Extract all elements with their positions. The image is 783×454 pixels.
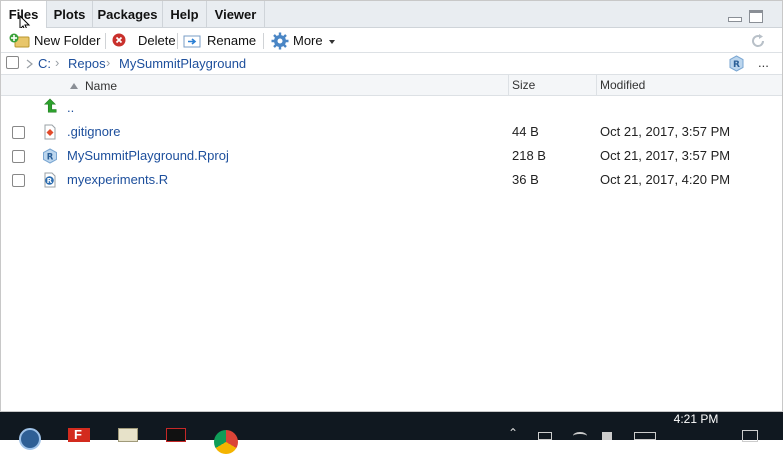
- size-column-header[interactable]: Size: [512, 75, 535, 96]
- tab-help[interactable]: Help: [163, 1, 207, 28]
- file-name-link[interactable]: .gitignore: [67, 124, 120, 139]
- file-list-header: Name Size Modified: [1, 75, 782, 96]
- file-modified: Oct 21, 2017, 3:57 PM: [600, 124, 731, 139]
- row-checkbox[interactable]: [12, 150, 25, 163]
- file-modified: Oct 21, 2017, 3:57 PM: [600, 148, 731, 163]
- breadcrumb-item-drive[interactable]: C:: [38, 56, 51, 71]
- tab-packages[interactable]: Packages: [93, 1, 163, 28]
- name-column-header[interactable]: Name: [69, 75, 117, 96]
- refresh-icon: [752, 33, 765, 47]
- select-all-checkbox[interactable]: [6, 56, 19, 69]
- sort-ascending-icon: [70, 82, 78, 89]
- file-size: 44 B: [512, 124, 539, 139]
- volume-icon[interactable]: [602, 432, 612, 440]
- maximize-icon: [749, 10, 763, 23]
- r-script-file-icon: R: [44, 172, 56, 188]
- row-checkbox[interactable]: [12, 174, 25, 187]
- keyboard-icon[interactable]: [634, 432, 656, 440]
- path-home-icon: [26, 59, 33, 69]
- path-overflow-button[interactable]: ...: [758, 55, 769, 70]
- minimize-pane-button[interactable]: [728, 10, 742, 24]
- tab-plots[interactable]: Plots: [47, 1, 93, 28]
- tab-viewer[interactable]: Viewer: [207, 1, 265, 28]
- toolbar-divider: [105, 33, 106, 49]
- file-name-link[interactable]: MySummitPlayground.Rproj: [67, 148, 229, 163]
- new-folder-label: New Folder: [34, 33, 101, 48]
- breadcrumb-item-repos[interactable]: Repos: [68, 56, 106, 71]
- svg-text:R: R: [47, 153, 54, 163]
- toolbar-divider: [263, 33, 264, 49]
- breadcrumb-separator-icon: ›: [55, 55, 60, 70]
- notifications-icon[interactable]: [742, 430, 758, 442]
- gitignore-file-icon: [44, 124, 56, 140]
- maximize-pane-button[interactable]: [748, 9, 764, 25]
- modified-column-header[interactable]: Modified: [600, 75, 645, 96]
- file-size: 218 B: [512, 148, 546, 163]
- delete-button[interactable]: Delete: [112, 28, 176, 53]
- table-row[interactable]: R MySummitPlayground.Rproj 218 B Oct 21,…: [1, 144, 782, 168]
- table-row[interactable]: R myexperiments.R 36 B Oct 21, 2017, 4:2…: [1, 168, 782, 192]
- delete-icon: [112, 33, 126, 46]
- chevron-up-icon[interactable]: ⌃: [508, 426, 518, 440]
- file-modified: Oct 21, 2017, 4:20 PM: [600, 172, 731, 187]
- rename-label: Rename: [207, 33, 257, 48]
- column-divider: [596, 75, 597, 96]
- delete-label: Delete: [138, 33, 176, 48]
- chrome-icon[interactable]: [214, 430, 238, 454]
- rproj-file-icon: R: [43, 148, 57, 164]
- breadcrumb-separator-icon: ›: [106, 55, 111, 70]
- more-label: More: [293, 33, 323, 48]
- files-toolbar: New Folder Delete Rename More: [1, 28, 782, 53]
- row-checkbox[interactable]: [12, 126, 25, 139]
- new-folder-icon: [9, 33, 30, 47]
- toolbar-divider: [177, 33, 178, 49]
- breadcrumb: C: › Repos › MySummitPlayground R ...: [1, 53, 782, 75]
- taskbar-app-icon[interactable]: [19, 428, 41, 450]
- parent-directory-row[interactable]: ..: [1, 96, 782, 120]
- minimize-icon: [728, 17, 742, 22]
- wifi-icon[interactable]: [573, 432, 587, 440]
- os-taskbar: F ⌃ 4:21 PM: [0, 412, 783, 454]
- new-folder-button[interactable]: New Folder: [9, 28, 100, 53]
- breadcrumb-item-current[interactable]: MySummitPlayground: [119, 56, 246, 71]
- svg-text:R: R: [733, 60, 740, 70]
- rproject-icon: R: [729, 55, 744, 72]
- column-divider: [508, 75, 509, 96]
- table-row[interactable]: .gitignore 44 B Oct 21, 2017, 3:57 PM: [1, 120, 782, 144]
- more-menu-button[interactable]: More: [271, 28, 337, 53]
- taskbar-clock[interactable]: 4:21 PM: [666, 412, 726, 426]
- files-pane: Files Plots Packages Help Viewer New Fol…: [0, 0, 783, 412]
- name-column-label: Name: [85, 78, 118, 93]
- pane-tab-bar: Files Plots Packages Help Viewer: [1, 1, 782, 33]
- parent-directory-icon: [44, 98, 57, 113]
- network-icon[interactable]: [538, 432, 552, 440]
- file-name-link[interactable]: myexperiments.R: [67, 172, 168, 187]
- dropdown-caret-icon: [328, 39, 335, 44]
- svg-text:R: R: [47, 177, 53, 185]
- rename-button[interactable]: Rename: [183, 28, 256, 53]
- file-size: 36 B: [512, 172, 539, 187]
- parent-directory-link[interactable]: ..: [67, 100, 74, 115]
- refresh-button[interactable]: [749, 28, 767, 53]
- gear-icon: [271, 32, 289, 49]
- rename-icon: [183, 35, 201, 47]
- go-to-project-button[interactable]: R: [728, 55, 745, 72]
